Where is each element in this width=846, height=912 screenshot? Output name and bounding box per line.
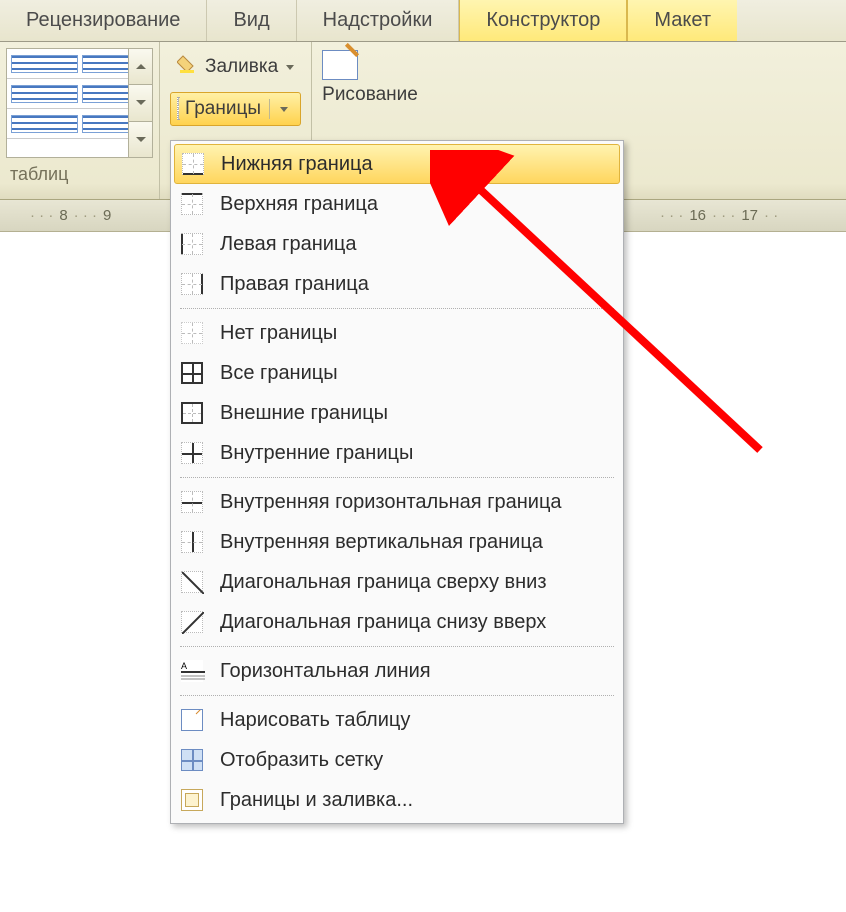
menu-item-none[interactable]: Нет границы <box>174 313 620 353</box>
menu-item-all[interactable]: Все границы <box>174 353 620 393</box>
chevron-down-icon <box>136 137 146 142</box>
menu-separator <box>180 308 614 309</box>
borders-label: Границы <box>185 98 261 120</box>
menu-item-bottom[interactable]: Нижняя граница <box>174 144 620 184</box>
border-hline-icon: A <box>178 659 206 683</box>
menu-item-label: Нижняя граница <box>221 153 373 176</box>
menu-item-label: Диагональная граница снизу вверх <box>220 611 546 634</box>
border-inside-icon <box>178 441 206 465</box>
menu-item-label: Все границы <box>220 362 338 385</box>
table-styles-gallery[interactable] <box>6 48 153 158</box>
menu-item-label: Границы и заливка... <box>220 789 413 812</box>
menu-item-dialog[interactable]: Границы и заливка... <box>174 780 620 820</box>
menu-separator <box>180 477 614 478</box>
border-all-icon <box>178 361 206 385</box>
draw-table-icon[interactable] <box>322 50 358 80</box>
border-ivert-icon <box>178 530 206 554</box>
menu-item-label: Отобразить сетку <box>220 749 383 772</box>
borders-button[interactable]: Границы <box>170 92 301 126</box>
tab-layout[interactable]: Макет <box>627 0 737 41</box>
chevron-up-icon <box>136 64 146 69</box>
menu-item-outside[interactable]: Внешние границы <box>174 393 620 433</box>
chevron-down-icon <box>280 107 288 112</box>
ruler-mark-16: 16 <box>689 207 706 224</box>
menu-item-top[interactable]: Верхняя граница <box>174 184 620 224</box>
menu-item-draw[interactable]: Нарисовать таблицу <box>174 700 620 740</box>
border-ihoriz-icon <box>178 490 206 514</box>
menu-item-label: Верхняя граница <box>220 193 378 216</box>
border-diagdn-icon <box>178 570 206 594</box>
menu-item-right[interactable]: Правая граница <box>174 264 620 304</box>
border-top-icon <box>178 192 206 216</box>
border-draw-icon <box>178 708 206 732</box>
border-right-icon <box>178 272 206 296</box>
svg-text:A: A <box>181 661 187 671</box>
menu-separator <box>180 646 614 647</box>
border-left-icon <box>178 232 206 256</box>
menu-item-label: Правая граница <box>220 273 369 296</box>
table-styles-label: таблиц <box>6 164 153 185</box>
chevron-down-icon <box>136 100 146 105</box>
menu-item-diagdn[interactable]: Диагональная граница сверху вниз <box>174 562 620 602</box>
ruler-mark-8: 8 <box>59 207 67 224</box>
tab-view[interactable]: Вид <box>207 0 296 41</box>
fill-button[interactable]: Заливка <box>170 50 301 84</box>
menu-item-label: Левая граница <box>220 233 357 256</box>
border-outside-icon <box>178 401 206 425</box>
menu-item-label: Внутренняя горизонтальная граница <box>220 491 562 514</box>
menu-item-ivert[interactable]: Внутренняя вертикальная граница <box>174 522 620 562</box>
fill-label: Заливка <box>205 56 278 78</box>
draw-label: Рисование <box>322 84 418 106</box>
menu-item-label: Нарисовать таблицу <box>220 709 410 732</box>
menu-item-label: Внутренние границы <box>220 442 413 465</box>
menu-item-grid[interactable]: Отобразить сетку <box>174 740 620 780</box>
bucket-icon <box>177 53 199 81</box>
split-separator <box>269 99 270 119</box>
borders-menu: Нижняя граница Верхняя граница Левая грани… <box>170 140 624 824</box>
border-diagup-icon <box>178 610 206 634</box>
menu-item-inside[interactable]: Внутренние границы <box>174 433 620 473</box>
gallery-more-button[interactable] <box>129 122 152 157</box>
border-grid-icon <box>178 748 206 772</box>
border-dialog-icon <box>178 788 206 812</box>
ribbon-tabs: Рецензирование Вид Надстройки Конструкто… <box>0 0 846 42</box>
table-styles-group: таблиц <box>0 42 160 199</box>
gallery-down-button[interactable] <box>129 85 152 121</box>
tab-addins[interactable]: Надстройки <box>297 0 460 41</box>
tab-review[interactable]: Рецензирование <box>0 0 207 41</box>
menu-item-left[interactable]: Левая граница <box>174 224 620 264</box>
menu-item-label: Внутренняя вертикальная граница <box>220 531 543 554</box>
menu-item-ihoriz[interactable]: Внутренняя горизонтальная граница <box>174 482 620 522</box>
menu-item-label: Нет границы <box>220 322 337 345</box>
border-bottom-icon <box>179 152 207 176</box>
menu-item-label: Диагональная граница сверху вниз <box>220 571 547 594</box>
menu-item-label: Внешние границы <box>220 402 388 425</box>
menu-separator <box>180 695 614 696</box>
border-none-icon <box>178 321 206 345</box>
menu-item-hline[interactable]: A Горизонтальная линия <box>174 651 620 691</box>
menu-item-label: Горизонтальная линия <box>220 660 431 683</box>
ruler-mark-17: 17 <box>741 207 758 224</box>
gallery-up-button[interactable] <box>129 49 152 85</box>
borders-icon <box>177 98 179 120</box>
tab-design[interactable]: Конструктор <box>459 0 627 41</box>
ruler-mark-9: 9 <box>103 207 111 224</box>
menu-item-diagup[interactable]: Диагональная граница снизу вверх <box>174 602 620 642</box>
chevron-down-icon <box>286 65 294 70</box>
